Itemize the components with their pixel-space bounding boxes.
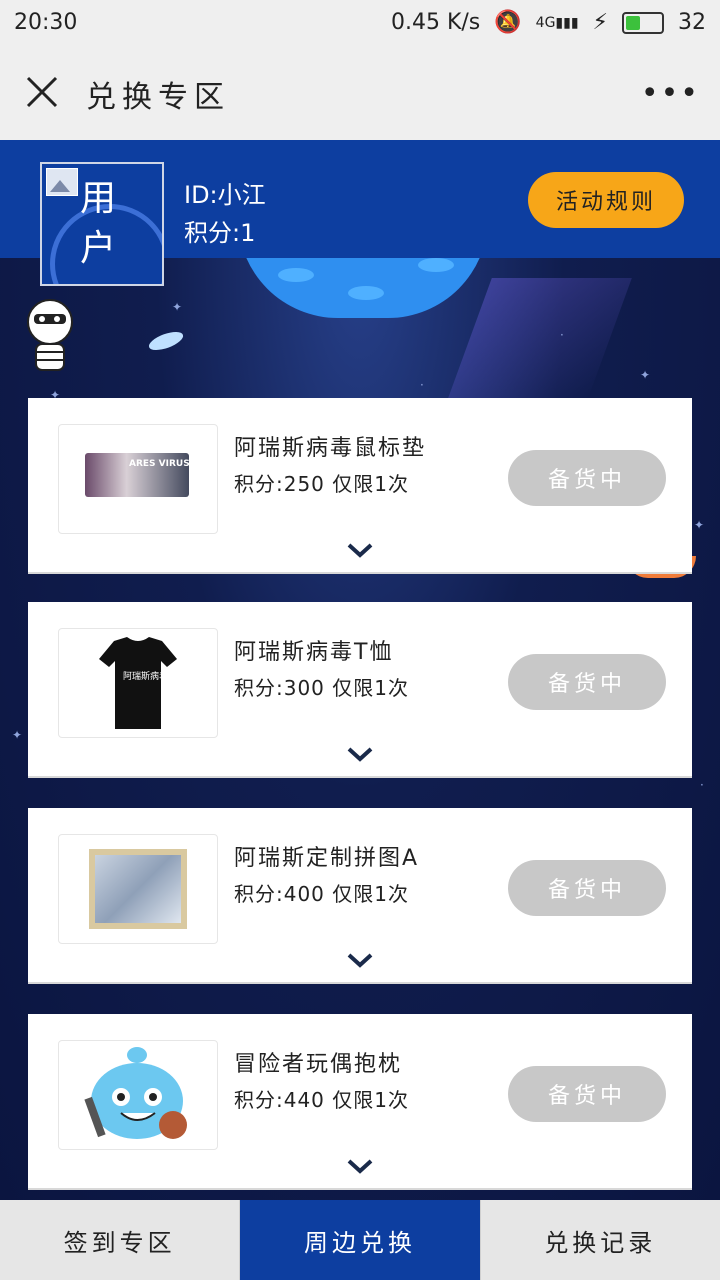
product-name: 阿瑞斯病毒鼠标垫 [234, 436, 427, 461]
bottom-tab-bar: 签到专区 周边兑换 兑换记录 [0, 1200, 720, 1280]
out-of-stock-button[interactable]: 备货中 [508, 1066, 666, 1122]
product-image-puzzle [58, 834, 218, 944]
more-menu-icon[interactable]: ••• [641, 76, 700, 111]
plush-toy-icon [84, 1047, 187, 1139]
product-points: 积分:250 仅限1次 [234, 472, 409, 496]
out-of-stock-button[interactable]: 备货中 [508, 860, 666, 916]
net-speed: 0.45 K/s [390, 10, 481, 35]
product-points: 积分:400 仅限1次 [234, 882, 409, 906]
product-name: 阿瑞斯病毒T恤 [234, 640, 394, 665]
close-icon[interactable] [22, 72, 62, 112]
status-bar: 20:30 0.45 K/s 🔕 4G▮▮▮ ⚡ 32 [0, 0, 720, 48]
battery-icon [622, 11, 664, 34]
page-title: 兑换专区 [86, 80, 230, 115]
tshirt-icon [99, 637, 177, 729]
image-placeholder-icon [46, 168, 78, 196]
chevron-down-icon[interactable] [346, 744, 374, 764]
product-card: 冒险者玩偶抱枕 积分:440 仅限1次 备货中 [28, 1014, 692, 1190]
product-name: 阿瑞斯定制拼图A [234, 846, 420, 871]
out-of-stock-button[interactable]: 备货中 [508, 654, 666, 710]
charging-icon: ⚡ [592, 10, 608, 35]
user-points: 积分:1 [184, 219, 256, 247]
tab-merch-exchange[interactable]: 周边兑换 [240, 1200, 481, 1280]
mute-icon: 🔕 [494, 10, 522, 35]
battery-level: 32 [678, 10, 706, 35]
title-bar: 兑换专区 ••• [0, 48, 720, 140]
product-card: ARES VIRUS 阿瑞斯病毒鼠标垫 积分:250 仅限1次 备货中 [28, 398, 692, 574]
user-id: ID:小江 [184, 181, 266, 209]
user-info: ID:小江 积分:1 [184, 176, 266, 252]
product-image-tshirt: 阿瑞斯病毒 [58, 628, 218, 738]
chevron-down-icon[interactable] [346, 950, 374, 970]
tab-sign-in[interactable]: 签到专区 [0, 1200, 241, 1280]
activity-rules-button[interactable]: 活动规则 [528, 172, 684, 228]
ufo-illustration [146, 328, 186, 354]
chevron-down-icon[interactable] [346, 1156, 374, 1176]
status-time: 20:30 [14, 10, 78, 35]
planet-illustration [238, 258, 488, 318]
light-beam [448, 278, 632, 398]
signal-icon: 4G▮▮▮ [535, 14, 579, 31]
status-icons: 0.45 K/s 🔕 4G▮▮▮ ⚡ 32 [391, 10, 706, 35]
chevron-down-icon[interactable] [346, 540, 374, 560]
tab-exchange-records[interactable]: 兑换记录 [480, 1200, 720, 1280]
out-of-stock-button[interactable]: 备货中 [508, 450, 666, 506]
product-card: 阿瑞斯定制拼图A 积分:400 仅限1次 备货中 [28, 808, 692, 984]
product-card: 阿瑞斯病毒 阿瑞斯病毒T恤 积分:300 仅限1次 备货中 [28, 602, 692, 778]
product-name: 冒险者玩偶抱枕 [234, 1052, 403, 1077]
avatar: 用户 [40, 162, 164, 286]
product-image-mousepad: ARES VIRUS [58, 424, 218, 534]
product-points: 积分:440 仅限1次 [234, 1088, 409, 1112]
product-points: 积分:300 仅限1次 [234, 676, 409, 700]
avatar-label: 用户 [80, 178, 117, 269]
mascot-illustration [27, 299, 73, 371]
product-image-plush [58, 1040, 218, 1150]
